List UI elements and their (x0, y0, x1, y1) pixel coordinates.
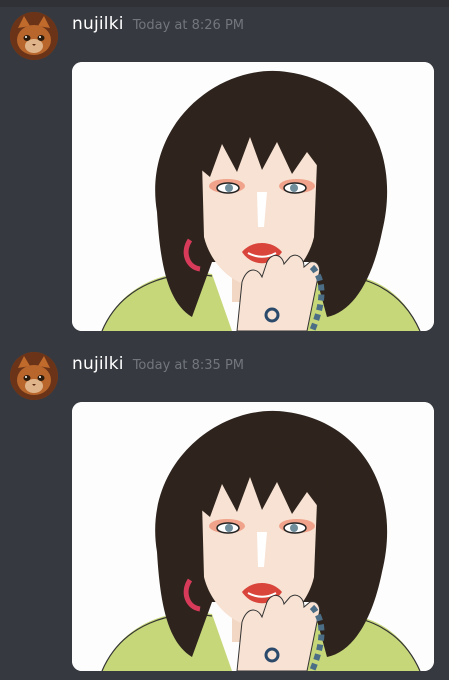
channel-top-edge (0, 0, 449, 7)
message-header: nujilki Today at 8:26 PM (72, 14, 244, 36)
cat-avatar-icon (10, 352, 58, 400)
portrait-illustration-icon (72, 62, 434, 331)
cat-avatar-icon (10, 12, 58, 60)
user-avatar[interactable] (10, 352, 58, 400)
portrait-illustration-icon (72, 402, 434, 671)
user-avatar[interactable] (10, 12, 58, 60)
timestamp: Today at 8:35 PM (132, 358, 244, 373)
timestamp: Today at 8:26 PM (132, 18, 244, 33)
username[interactable]: nujilki (72, 354, 124, 374)
image-attachment[interactable] (72, 402, 434, 671)
username[interactable]: nujilki (72, 14, 124, 34)
message-header: nujilki Today at 8:35 PM (72, 354, 244, 376)
image-attachment[interactable] (72, 62, 434, 331)
